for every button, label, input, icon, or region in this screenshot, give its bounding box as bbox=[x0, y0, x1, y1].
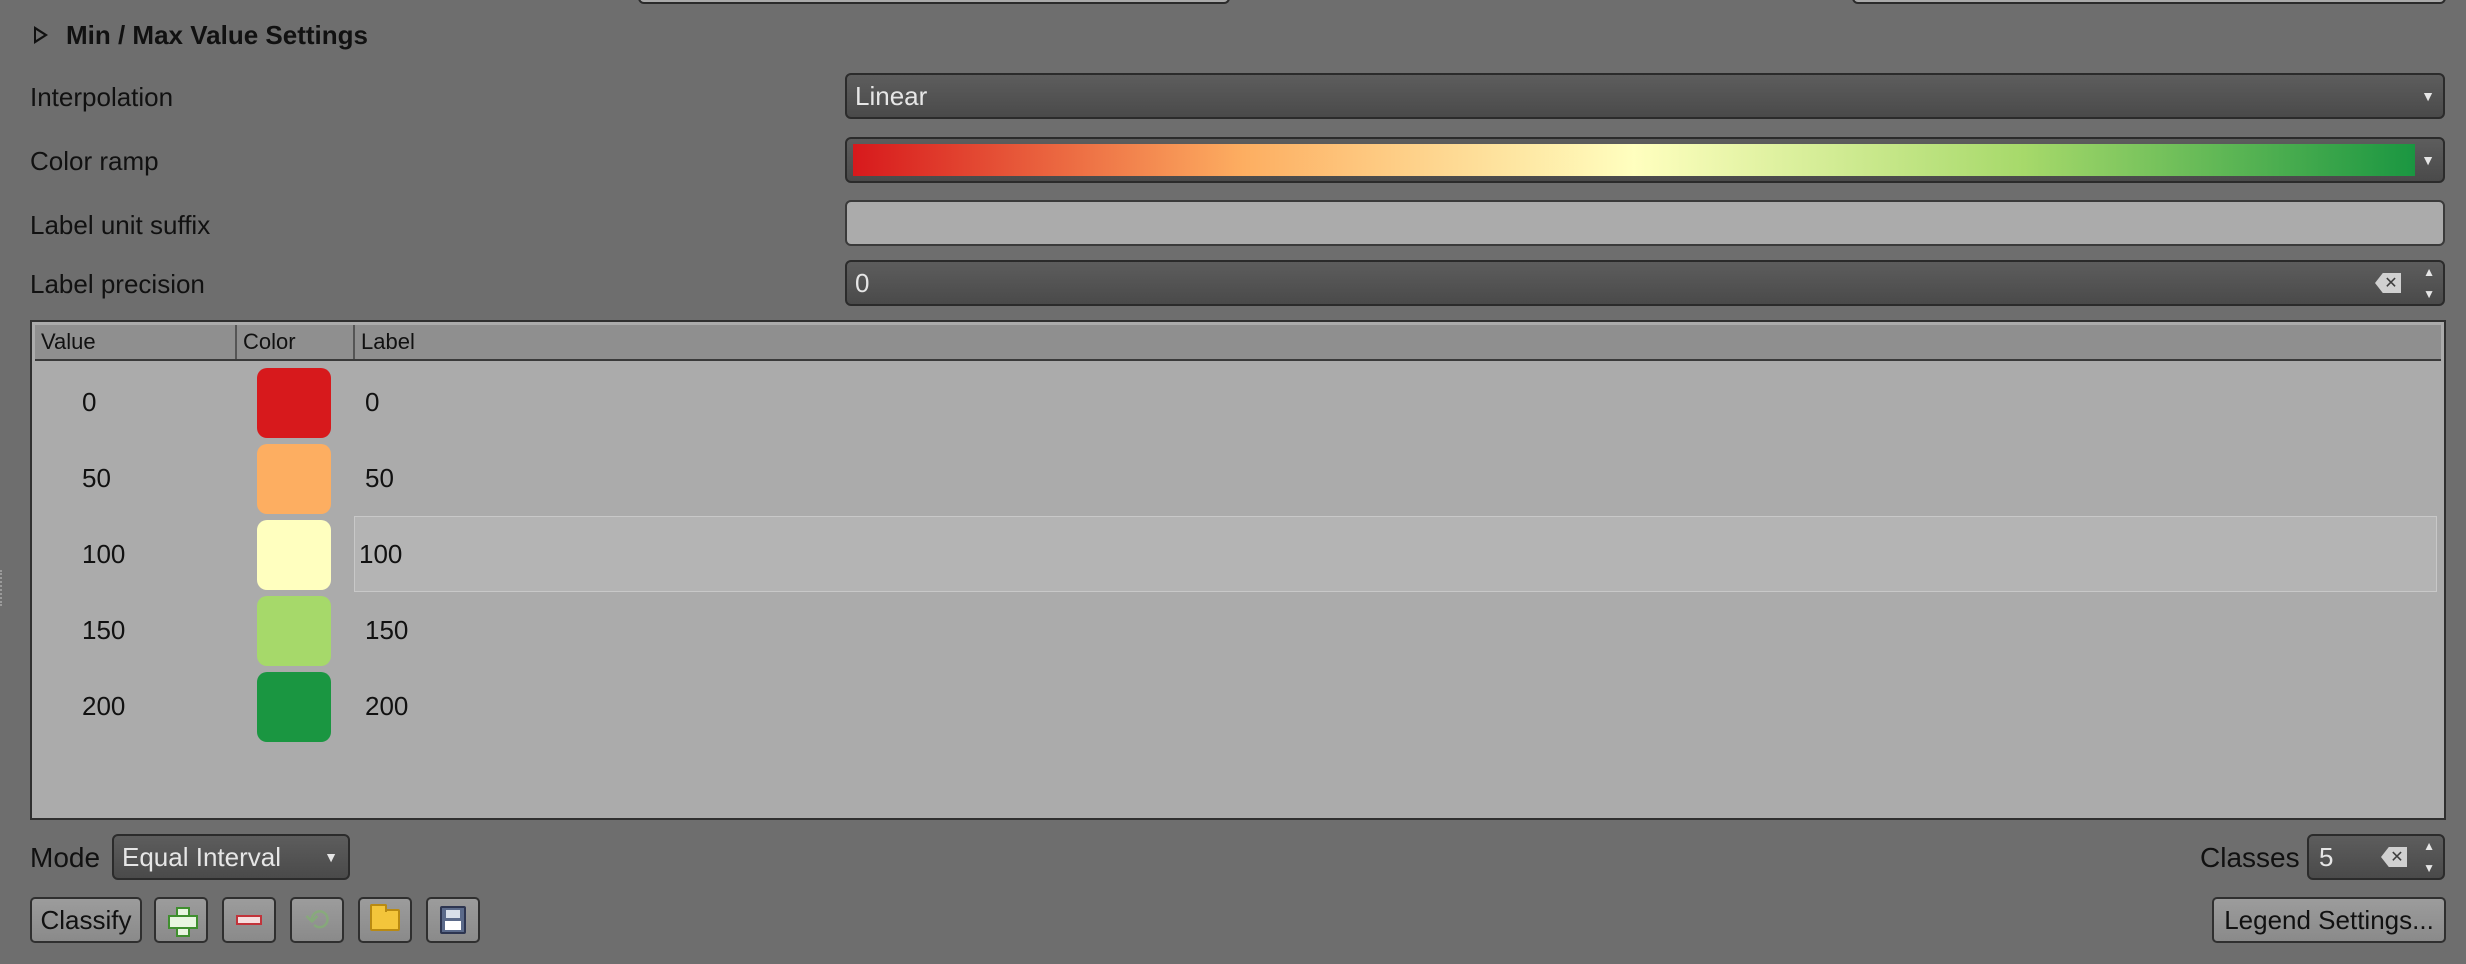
classes-spinbox[interactable]: 5 ✕ ▲ ▼ bbox=[2307, 834, 2445, 880]
clear-icon[interactable]: ✕ bbox=[2381, 847, 2407, 867]
interpolation-value: Linear bbox=[855, 80, 928, 111]
interpolation-label: Interpolation bbox=[30, 82, 174, 112]
expand-triangle-icon[interactable] bbox=[34, 26, 48, 44]
column-header-color[interactable]: Color bbox=[237, 325, 355, 359]
row-label[interactable]: 150 bbox=[357, 592, 408, 668]
legend-settings-button[interactable]: Legend Settings... bbox=[2212, 897, 2446, 943]
mode-value: Equal Interval bbox=[122, 841, 281, 872]
save-icon bbox=[440, 906, 466, 934]
row-value[interactable]: 200 bbox=[82, 668, 125, 744]
classification-table[interactable]: Value Color Label 0 0 50 50 100 100 150 150 200 2… bbox=[30, 320, 2446, 820]
dropdown-arrow-icon: ▼ bbox=[2421, 152, 2435, 168]
classify-button[interactable]: Classify bbox=[30, 897, 142, 943]
color-ramp-preview bbox=[853, 144, 2415, 176]
label-precision-spinbox[interactable]: 0 ✕ ▲ ▼ bbox=[845, 260, 2445, 306]
interpolation-combo[interactable]: Linear ▼ bbox=[845, 73, 2445, 119]
color-swatch[interactable] bbox=[257, 368, 331, 438]
min-max-section-header[interactable]: Min / Max Value Settings bbox=[34, 18, 368, 52]
row-label[interactable]: 100 bbox=[354, 516, 2437, 592]
clipped-field-right bbox=[1852, 0, 2446, 4]
dropdown-arrow-icon: ▼ bbox=[324, 849, 338, 865]
color-swatch[interactable] bbox=[257, 520, 331, 590]
label-unit-suffix-label: Label unit suffix bbox=[30, 210, 211, 240]
down-arrow-icon[interactable]: ▼ bbox=[2423, 288, 2435, 300]
up-arrow-icon[interactable]: ▲ bbox=[2423, 840, 2435, 852]
clear-icon[interactable]: ✕ bbox=[2375, 273, 2401, 293]
color-ramp-label: Color ramp bbox=[30, 146, 159, 176]
delete-class-button[interactable] bbox=[222, 897, 276, 943]
dropdown-arrow-icon: ▼ bbox=[2421, 88, 2435, 104]
row-label[interactable]: 200 bbox=[357, 668, 408, 744]
mode-label: Mode bbox=[30, 842, 101, 873]
row-label[interactable]: 50 bbox=[357, 440, 394, 516]
row-label[interactable]: 0 bbox=[357, 364, 379, 440]
column-header-value[interactable]: Value bbox=[35, 325, 237, 359]
table-row[interactable]: 100 100 bbox=[35, 516, 2441, 592]
table-row[interactable]: 150 150 bbox=[35, 592, 2441, 668]
label-precision-label: Label precision bbox=[30, 269, 205, 299]
up-arrow-icon[interactable]: ▲ bbox=[2423, 266, 2435, 278]
load-colors-button[interactable] bbox=[358, 897, 412, 943]
row-value[interactable]: 100 bbox=[82, 516, 125, 592]
color-swatch[interactable] bbox=[257, 672, 331, 742]
spin-arrows[interactable]: ▲ ▼ bbox=[2423, 266, 2435, 300]
color-ramp-combo[interactable]: ▼ bbox=[845, 137, 2445, 183]
label-precision-value: 0 bbox=[855, 267, 870, 298]
table-row[interactable]: 00 bbox=[35, 364, 2441, 440]
label-unit-suffix-input[interactable] bbox=[845, 200, 2445, 246]
column-header-label[interactable]: Label bbox=[355, 325, 2441, 359]
reverse-colors-button[interactable]: ⟲ bbox=[290, 897, 344, 943]
classes-label: Classes bbox=[2200, 842, 2300, 873]
add-class-button[interactable] bbox=[154, 897, 208, 943]
minus-icon bbox=[236, 915, 262, 925]
row-value[interactable]: 0 bbox=[82, 364, 96, 440]
splitter-handle[interactable] bbox=[0, 570, 4, 606]
clipped-field-left bbox=[638, 0, 1230, 4]
down-arrow-icon[interactable]: ▼ bbox=[2423, 862, 2435, 874]
row-value[interactable]: 50 bbox=[82, 440, 111, 516]
mode-combo[interactable]: Equal Interval ▼ bbox=[112, 834, 350, 880]
spin-arrows[interactable]: ▲ ▼ bbox=[2423, 840, 2435, 874]
folder-icon bbox=[370, 904, 400, 931]
row-value[interactable]: 150 bbox=[82, 592, 125, 668]
classes-value: 5 bbox=[2319, 841, 2334, 872]
table-row[interactable]: 50 50 bbox=[35, 440, 2441, 516]
save-colors-button[interactable] bbox=[426, 897, 480, 943]
color-swatch[interactable] bbox=[257, 444, 331, 514]
table-row[interactable]: 200 200 bbox=[35, 668, 2441, 744]
section-title: Min / Max Value Settings bbox=[66, 19, 368, 50]
refresh-icon: ⟲ bbox=[304, 903, 330, 937]
color-swatch[interactable] bbox=[257, 596, 331, 666]
table-header: Value Color Label bbox=[35, 325, 2441, 361]
plus-icon bbox=[168, 907, 198, 937]
